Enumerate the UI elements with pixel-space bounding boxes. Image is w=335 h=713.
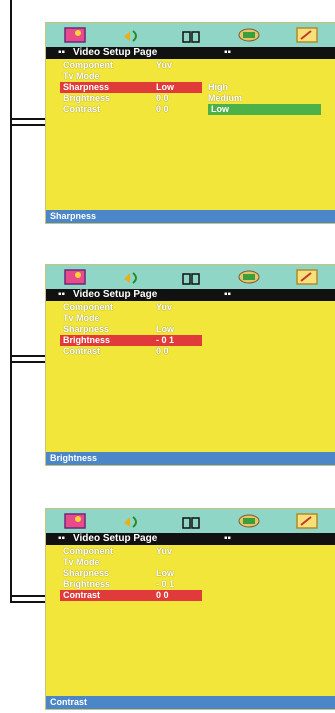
setting-value: 0 0	[156, 93, 169, 103]
setting-value: Yuv	[156, 60, 173, 70]
setting-value: Low	[156, 568, 174, 578]
speaker-icon[interactable]	[236, 512, 262, 530]
setting-row-component[interactable]: Component Yuv	[46, 60, 335, 71]
setting-label: Tv Mode	[63, 313, 100, 323]
setting-row-brightness[interactable]: Brightness - 0 1	[46, 579, 335, 590]
setting-value: 0 0	[156, 104, 169, 114]
setup-icon-bar	[46, 265, 335, 289]
setting-row-sharpness[interactable]: Sharpness Low High	[46, 82, 335, 93]
status-bar: Brightness	[46, 452, 335, 465]
setting-label: Sharpness	[63, 568, 110, 578]
settings-list: Component Yuv Tv Mode Sharpness Low High Br…	[46, 60, 335, 115]
setting-label: Brightness	[63, 93, 111, 103]
status-text: Brightness	[50, 453, 98, 463]
setting-row-component[interactable]: Component Yuv	[46, 546, 335, 557]
preference-icon[interactable]	[294, 512, 320, 530]
audio-icon[interactable]	[120, 512, 146, 530]
setting-value: - 0 1	[156, 335, 175, 345]
speaker-icon[interactable]	[236, 268, 262, 286]
setting-value: Yuv	[156, 546, 173, 556]
setting-row-contrast[interactable]: Contrast 0 0	[46, 590, 335, 601]
title-left-dots: ▪▪	[58, 47, 66, 58]
option-medium[interactable]: Medium	[208, 93, 242, 104]
setting-row-sharpness[interactable]: Sharpness Low	[46, 324, 335, 335]
status-bar: Contrast	[46, 696, 335, 709]
setting-row-tv-mode[interactable]: Tv Mode	[46, 313, 335, 324]
page-title-bar: ▪▪ Video Setup Page ▪▪	[46, 289, 335, 301]
page-title-bar: ▪▪ Video Setup Page ▪▪	[46, 47, 335, 59]
setting-label: Component	[63, 60, 113, 70]
status-text: Sharpness	[50, 211, 97, 221]
video-setup-screen-sharpness: ▪▪ Video Setup Page ▪▪ Component Yuv Tv M…	[45, 22, 335, 224]
connector-vertical-line	[10, 0, 12, 602]
audio-icon[interactable]	[120, 268, 146, 286]
setting-row-tv-mode[interactable]: Tv Mode	[46, 557, 335, 568]
setting-row-brightness[interactable]: Brightness - 0 1	[46, 335, 335, 346]
title-right-dots: ▪▪	[224, 289, 232, 300]
title-left-dots: ▪▪	[58, 533, 66, 544]
setting-label: Sharpness	[63, 324, 110, 334]
picture-icon[interactable]	[62, 26, 88, 44]
setting-label: Brightness	[63, 579, 111, 589]
setting-row-contrast[interactable]: Contrast 0 0	[46, 346, 335, 357]
settings-list: Component Yuv Tv Mode Sharpness Low Bright…	[46, 546, 335, 601]
status-text: Contrast	[50, 697, 88, 707]
setting-label: Sharpness	[63, 82, 110, 92]
settings-list: Component Yuv Tv Mode Sharpness Low Bright…	[46, 302, 335, 357]
setting-value: Low	[156, 82, 174, 92]
title-right-dots: ▪▪	[224, 47, 232, 58]
dolby-icon[interactable]	[178, 26, 204, 44]
picture-icon[interactable]	[62, 512, 88, 530]
setting-row-component[interactable]: Component Yuv	[46, 302, 335, 313]
setting-label: Tv Mode	[63, 557, 100, 567]
setting-label: Contrast	[63, 590, 101, 600]
speaker-icon[interactable]	[236, 26, 262, 44]
setting-row-tv-mode[interactable]: Tv Mode	[46, 71, 335, 82]
setting-label: Tv Mode	[63, 71, 100, 81]
title-right-dots: ▪▪	[224, 533, 232, 544]
video-setup-screen-contrast: ▪▪ Video Setup Page ▪▪ Component Yuv Tv M…	[45, 508, 335, 710]
picture-icon[interactable]	[62, 268, 88, 286]
video-setup-screen-brightness: ▪▪ Video Setup Page ▪▪ Component Yuv Tv M…	[45, 264, 335, 466]
setting-label: Contrast	[63, 346, 101, 356]
setup-icon-bar	[46, 23, 335, 47]
setting-row-sharpness[interactable]: Sharpness Low	[46, 568, 335, 579]
page-title: Video Setup Page	[73, 47, 158, 58]
setting-label: Contrast	[63, 104, 101, 114]
setting-row-brightness[interactable]: Brightness 0 0 Medium	[46, 93, 335, 104]
preference-icon[interactable]	[294, 268, 320, 286]
dolby-icon[interactable]	[178, 268, 204, 286]
status-bar: Sharpness	[46, 210, 335, 223]
setting-label: Component	[63, 302, 113, 312]
setting-label: Component	[63, 546, 113, 556]
title-left-dots: ▪▪	[58, 289, 66, 300]
preference-icon[interactable]	[294, 26, 320, 44]
page-title-bar: ▪▪ Video Setup Page ▪▪	[46, 533, 335, 545]
option-low-selected[interactable]: Low	[208, 104, 321, 115]
setting-value: Low	[156, 324, 174, 334]
option-high[interactable]: High	[208, 82, 228, 93]
page-title: Video Setup Page	[73, 289, 158, 300]
setting-label: Brightness	[63, 335, 111, 345]
dolby-icon[interactable]	[178, 512, 204, 530]
page-title: Video Setup Page	[73, 533, 158, 544]
setting-value: - 0 1	[156, 579, 175, 589]
setup-icon-bar	[46, 509, 335, 533]
setting-row-contrast[interactable]: Contrast 0 0 Low	[46, 104, 335, 115]
setting-value: 0 0	[156, 346, 169, 356]
setting-value: Yuv	[156, 302, 173, 312]
setting-value: 0 0	[156, 590, 169, 600]
audio-icon[interactable]	[120, 26, 146, 44]
